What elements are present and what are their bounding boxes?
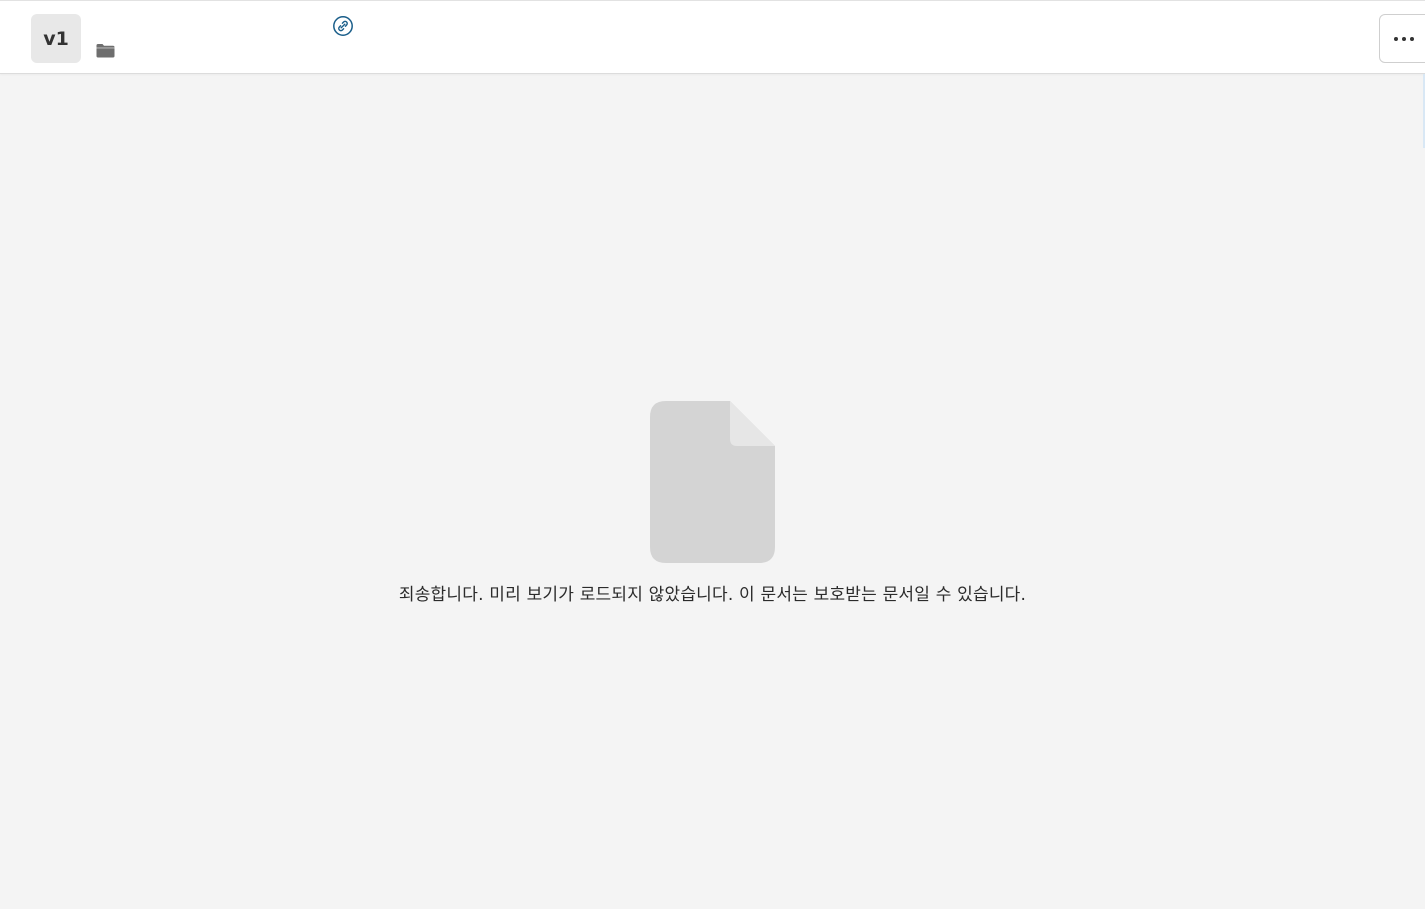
folder-icon: [96, 43, 115, 58]
document-icon: [650, 401, 775, 563]
more-options-button[interactable]: [1379, 14, 1425, 63]
folder-path[interactable]: [122, 44, 392, 58]
more-horizontal-icon: [1394, 36, 1398, 41]
file-title[interactable]: [96, 19, 326, 35]
file-header: v1: [0, 0, 1425, 74]
preview-error-message: 죄송합니다. 미리 보기가 로드되지 않았습니다. 이 문서는 보호받는 문서일…: [398, 585, 1027, 605]
version-badge[interactable]: v1: [31, 14, 81, 63]
link-icon[interactable]: [332, 15, 354, 37]
